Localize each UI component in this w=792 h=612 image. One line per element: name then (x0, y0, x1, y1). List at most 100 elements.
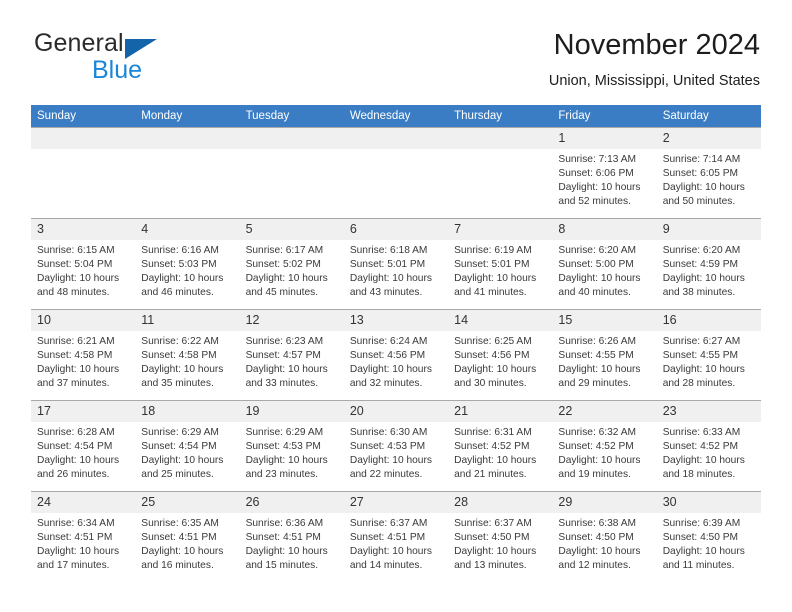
sunset-text: Sunset: 4:52 PM (558, 441, 634, 453)
sunrise-text: Sunrise: 6:22 AM (141, 336, 219, 347)
sunrise-text: Sunrise: 6:39 AM (662, 518, 741, 529)
sunset-text: Sunset: 4:50 PM (662, 532, 739, 544)
day-cell[interactable]: 1 Sunrise: 7:13 AM Sunset: 6:06 PM Dayli… (552, 127, 657, 219)
daylight-text-cont: and 37 minutes. (37, 378, 110, 390)
day-info: Sunrise: 6:38 AM Sunset: 4:50 PM Dayligh… (552, 513, 656, 573)
daylight-text: Daylight: 10 hours (349, 546, 432, 558)
sunrise-text: Sunrise: 6:28 AM (37, 427, 115, 438)
sunset-text: Sunset: 4:51 PM (245, 532, 321, 544)
day-info: Sunrise: 6:21 AM Sunset: 4:58 PM Dayligh… (31, 331, 135, 391)
sunrise-text: Sunrise: 6:20 AM (558, 245, 636, 256)
sunrise-text: Sunrise: 6:34 AM (37, 518, 115, 529)
sunset-text: Sunset: 4:56 PM (349, 350, 426, 362)
daylight-text-cont: and 32 minutes. (349, 378, 423, 390)
day-cell[interactable]: 8 Sunrise: 6:20 AM Sunset: 5:00 PM Dayli… (552, 218, 657, 310)
daylight-text: Daylight: 10 hours (245, 455, 328, 467)
day-cell[interactable]: 27 Sunrise: 6:37 AM Sunset: 4:51 PM Dayl… (343, 491, 449, 582)
day-number: 4 (135, 219, 240, 240)
day-cell[interactable]: 11 Sunrise: 6:22 AM Sunset: 4:58 PM Dayl… (135, 309, 240, 401)
day-cell[interactable]: 14 Sunrise: 6:25 AM Sunset: 4:56 PM Dayl… (448, 309, 553, 401)
logo-text-general: General (34, 29, 124, 57)
sunset-text: Sunset: 4:59 PM (662, 259, 739, 271)
day-number: 3 (31, 219, 136, 240)
day-cell[interactable]: 13 Sunrise: 6:24 AM Sunset: 4:56 PM Dayl… (343, 309, 449, 401)
day-cell[interactable]: 4 Sunrise: 6:16 AM Sunset: 5:03 PM Dayli… (135, 218, 240, 310)
sunset-text: Sunset: 5:01 PM (349, 259, 426, 271)
day-cell[interactable]: 10 Sunrise: 6:21 AM Sunset: 4:58 PM Dayl… (31, 309, 136, 401)
day-cell[interactable]: 25 Sunrise: 6:35 AM Sunset: 4:51 PM Dayl… (135, 491, 240, 582)
sunrise-sunset-calendar: Sunday Monday Tuesday Wednesday Thursday… (31, 105, 761, 582)
day-cell[interactable] (135, 127, 240, 219)
day-info: Sunrise: 6:30 AM Sunset: 4:53 PM Dayligh… (344, 422, 448, 482)
sunset-text: Sunset: 4:53 PM (349, 441, 426, 453)
day-cell[interactable]: 5 Sunrise: 6:17 AM Sunset: 5:02 PM Dayli… (239, 218, 344, 310)
day-number: 2 (656, 128, 761, 149)
day-cell[interactable]: 19 Sunrise: 6:29 AM Sunset: 4:53 PM Dayl… (239, 400, 344, 492)
sunset-text: Sunset: 6:06 PM (558, 168, 634, 180)
day-cell[interactable]: 30 Sunrise: 6:39 AM Sunset: 4:50 PM Dayl… (656, 491, 761, 582)
day-cell[interactable]: 21 Sunrise: 6:31 AM Sunset: 4:52 PM Dayl… (448, 400, 553, 492)
day-cell[interactable]: 2 Sunrise: 7:14 AM Sunset: 6:05 PM Dayli… (656, 127, 761, 219)
day-number: 12 (239, 310, 344, 331)
day-cell[interactable]: 16 Sunrise: 6:27 AM Sunset: 4:55 PM Dayl… (656, 309, 761, 401)
sunrise-text: Sunrise: 6:21 AM (37, 336, 115, 347)
sunset-text: Sunset: 5:04 PM (37, 259, 113, 271)
daylight-text-cont: and 14 minutes. (349, 560, 423, 572)
day-number: 23 (656, 401, 761, 422)
sunrise-text: Sunrise: 6:37 AM (349, 518, 428, 529)
day-cell[interactable]: 22 Sunrise: 6:32 AM Sunset: 4:52 PM Dayl… (552, 400, 657, 492)
daylight-text: Daylight: 10 hours (662, 364, 745, 376)
logo-text-blue: Blue (92, 56, 143, 84)
sunset-text: Sunset: 4:50 PM (558, 532, 634, 544)
page-subtitle: Union, Mississippi, United States (548, 73, 760, 89)
sunrise-text: Sunrise: 6:25 AM (454, 336, 532, 347)
general-blue-logo[interactable]: General Blue (32, 28, 262, 90)
day-number: 19 (239, 401, 344, 422)
sunrise-text: Sunrise: 6:29 AM (141, 427, 219, 438)
day-cell[interactable]: 29 Sunrise: 6:38 AM Sunset: 4:50 PM Dayl… (552, 491, 657, 582)
sunset-text: Sunset: 6:05 PM (662, 168, 739, 180)
daylight-text: Daylight: 10 hours (245, 273, 328, 285)
title-block: November 2024 Union, Mississippi, United… (549, 28, 760, 91)
daylight-text-cont: and 35 minutes. (141, 378, 214, 390)
day-cell[interactable]: 24 Sunrise: 6:34 AM Sunset: 4:51 PM Dayl… (31, 491, 136, 582)
daylight-text-cont: and 15 minutes. (245, 560, 319, 572)
day-number (343, 128, 449, 149)
sunset-text: Sunset: 4:53 PM (245, 441, 321, 453)
daylight-text: Daylight: 10 hours (37, 455, 120, 467)
day-cell[interactable]: 9 Sunrise: 6:20 AM Sunset: 4:59 PM Dayli… (656, 218, 761, 310)
day-cell[interactable] (343, 127, 449, 219)
day-cell[interactable]: 12 Sunrise: 6:23 AM Sunset: 4:57 PM Dayl… (239, 309, 344, 401)
day-number: 6 (343, 219, 449, 240)
day-cell[interactable]: 20 Sunrise: 6:30 AM Sunset: 4:53 PM Dayl… (343, 400, 449, 492)
weekday-header-friday: Friday (552, 105, 657, 128)
weekday-header-tuesday: Tuesday (239, 105, 344, 128)
day-number (448, 128, 553, 149)
day-cell[interactable] (448, 127, 553, 219)
sunrise-text: Sunrise: 6:36 AM (245, 518, 324, 529)
daylight-text: Daylight: 10 hours (662, 455, 745, 467)
day-cell[interactable]: 7 Sunrise: 6:19 AM Sunset: 5:01 PM Dayli… (448, 218, 553, 310)
sunrise-text: Sunrise: 6:33 AM (662, 427, 741, 438)
day-cell[interactable]: 23 Sunrise: 6:33 AM Sunset: 4:52 PM Dayl… (656, 400, 761, 492)
daylight-text-cont: and 12 minutes. (558, 560, 631, 572)
day-info: Sunrise: 7:14 AM Sunset: 6:05 PM Dayligh… (657, 149, 761, 209)
daylight-text-cont: and 29 minutes. (558, 378, 631, 390)
day-number: 5 (239, 219, 344, 240)
day-info (448, 149, 552, 153)
day-cell[interactable] (31, 127, 136, 219)
day-cell[interactable]: 28 Sunrise: 6:37 AM Sunset: 4:50 PM Dayl… (448, 491, 553, 582)
calendar-week-row: 17 Sunrise: 6:28 AM Sunset: 4:54 PM Dayl… (31, 400, 761, 492)
sunset-text: Sunset: 5:02 PM (245, 259, 321, 271)
day-cell[interactable]: 26 Sunrise: 6:36 AM Sunset: 4:51 PM Dayl… (239, 491, 344, 582)
day-info: Sunrise: 7:13 AM Sunset: 6:06 PM Dayligh… (552, 149, 656, 209)
day-cell[interactable]: 15 Sunrise: 6:26 AM Sunset: 4:55 PM Dayl… (552, 309, 657, 401)
sunset-text: Sunset: 4:55 PM (662, 350, 739, 362)
day-cell[interactable]: 17 Sunrise: 6:28 AM Sunset: 4:54 PM Dayl… (31, 400, 136, 492)
day-cell[interactable] (239, 127, 344, 219)
day-cell[interactable]: 6 Sunrise: 6:18 AM Sunset: 5:01 PM Dayli… (343, 218, 449, 310)
daylight-text-cont: and 41 minutes. (454, 287, 527, 299)
day-cell[interactable]: 18 Sunrise: 6:29 AM Sunset: 4:54 PM Dayl… (135, 400, 240, 492)
sunset-text: Sunset: 4:50 PM (454, 532, 530, 544)
day-cell[interactable]: 3 Sunrise: 6:15 AM Sunset: 5:04 PM Dayli… (31, 218, 136, 310)
